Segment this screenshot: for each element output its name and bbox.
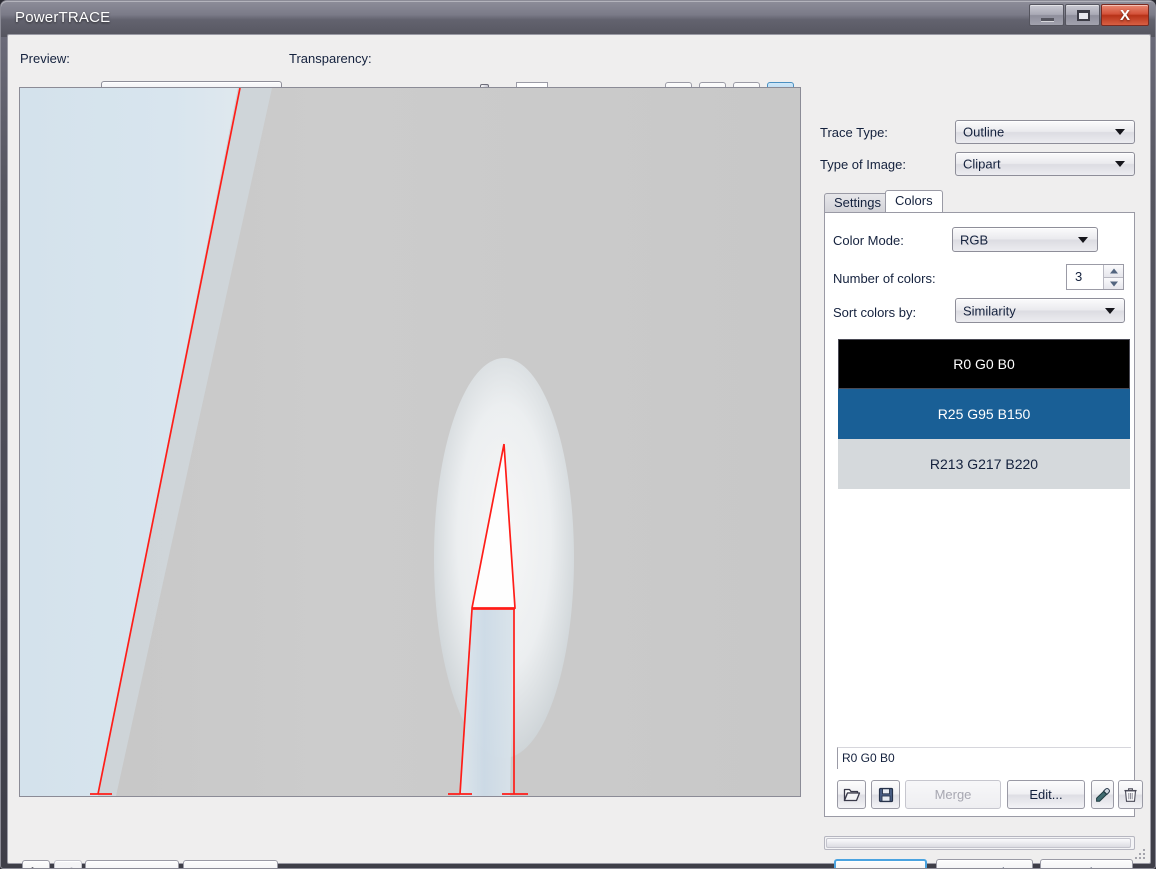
reset-button[interactable]: Reset — [85, 860, 179, 868]
title-bar[interactable]: PowerTRACE X — [1, 1, 1155, 37]
close-icon: X — [1119, 6, 1130, 24]
color-actions-toolbar: Merge Edit... — [837, 780, 1143, 809]
transparency-label: Transparency: — [289, 51, 372, 66]
panel-horizontal-scrollbar[interactable] — [824, 836, 1135, 850]
close-button[interactable]: X — [1101, 4, 1149, 26]
trace-type-label: Trace Type: — [820, 125, 888, 140]
tab-strip: Settings Colors — [824, 190, 1135, 212]
caret-down-icon — [1109, 281, 1118, 286]
folder-icon — [843, 788, 860, 801]
scrollbar-thumb[interactable] — [826, 838, 1131, 848]
redo-arrow-icon — [70, 867, 73, 868]
help-button[interactable]: Help — [1040, 859, 1133, 868]
color-swatch-label: R25 G95 B150 — [937, 406, 1031, 422]
color-swatch[interactable]: R25 G95 B150 — [838, 389, 1130, 439]
selected-color-name-input[interactable]: R0 G0 B0 — [837, 747, 1131, 769]
redo-button[interactable] — [54, 860, 82, 868]
number-of-colors-label: Number of colors: — [833, 271, 936, 286]
color-swatch-label: R0 G0 B0 — [953, 356, 1015, 372]
trash-icon — [1124, 787, 1137, 802]
eyedropper-button[interactable] — [1091, 780, 1114, 809]
chevron-down-icon — [1078, 236, 1088, 243]
resize-grip-icon[interactable] — [1134, 848, 1146, 860]
color-swatch[interactable]: R0 G0 B0 — [838, 339, 1130, 389]
preview-canvas[interactable] — [19, 87, 801, 797]
open-palette-button[interactable] — [837, 780, 866, 809]
color-mode-value: RGB — [960, 232, 989, 247]
sort-colors-value: Similarity — [963, 303, 1016, 318]
chevron-down-icon — [1105, 307, 1115, 314]
cancel-button[interactable]: Cancel — [936, 859, 1033, 868]
edit-button[interactable]: Edit... — [1007, 780, 1085, 809]
minimize-icon — [1041, 18, 1054, 21]
undo-arrow-icon — [31, 867, 34, 868]
sort-colors-label: Sort colors by: — [833, 305, 917, 320]
dialog-client-area: Preview: Transparency: Wireframe Overlay — [7, 34, 1151, 868]
delete-button[interactable] — [1118, 780, 1143, 809]
eyedropper-icon — [1095, 787, 1110, 802]
type-of-image-combo[interactable]: Clipart — [955, 152, 1135, 176]
type-of-image-label: Type of Image: — [820, 157, 906, 172]
chevron-down-icon — [1115, 129, 1125, 135]
number-of-colors-stepper[interactable]: 3 — [1066, 264, 1124, 290]
settings-panel: Trace Type: Outline Type of Image: Clipa… — [811, 35, 1146, 868]
floppy-disk-icon — [878, 787, 893, 802]
stepper-down-button[interactable] — [1103, 277, 1123, 289]
color-swatch-label: R213 G217 B220 — [929, 456, 1039, 472]
caret-up-icon — [1109, 268, 1118, 274]
number-of-colors-value: 3 — [1075, 269, 1083, 284]
maximize-button[interactable] — [1065, 4, 1100, 26]
tab-settings[interactable]: Settings — [824, 193, 891, 212]
minimize-button[interactable] — [1029, 4, 1064, 26]
undo-button[interactable] — [22, 860, 50, 868]
color-swatch[interactable]: R213 G217 B220 — [838, 439, 1130, 489]
window-controls: X — [1028, 4, 1149, 26]
stepper-up-button[interactable] — [1103, 265, 1123, 277]
trace-type-combo[interactable]: Outline — [955, 120, 1135, 144]
powertrace-dialog: PowerTRACE X Preview: Transparency: Wire… — [0, 0, 1156, 869]
window-title: PowerTRACE — [15, 9, 111, 26]
trace-type-value: Outline — [963, 124, 1005, 140]
maximize-icon — [1077, 10, 1090, 21]
chevron-down-icon — [1115, 161, 1125, 167]
wireframe-overlay — [20, 88, 800, 796]
merge-button[interactable]: Merge — [905, 780, 1001, 809]
stepper-buttons — [1103, 265, 1123, 289]
color-mode-combo[interactable]: RGB — [952, 227, 1098, 252]
preview-image — [20, 88, 800, 796]
ok-button[interactable]: OK — [834, 859, 927, 868]
sort-colors-combo[interactable]: Similarity — [955, 298, 1125, 323]
save-palette-button[interactable] — [871, 780, 900, 809]
color-mode-label: Color Mode: — [833, 233, 904, 248]
preview-label: Preview: — [20, 51, 70, 66]
type-of-image-value: Clipart — [963, 156, 1001, 172]
tab-colors[interactable]: Colors — [885, 190, 943, 212]
color-swatch-list[interactable]: R0 G0 B0 R25 G95 B150 R213 G217 B220 — [837, 338, 1131, 744]
options-button[interactable]: Options... — [183, 860, 278, 868]
